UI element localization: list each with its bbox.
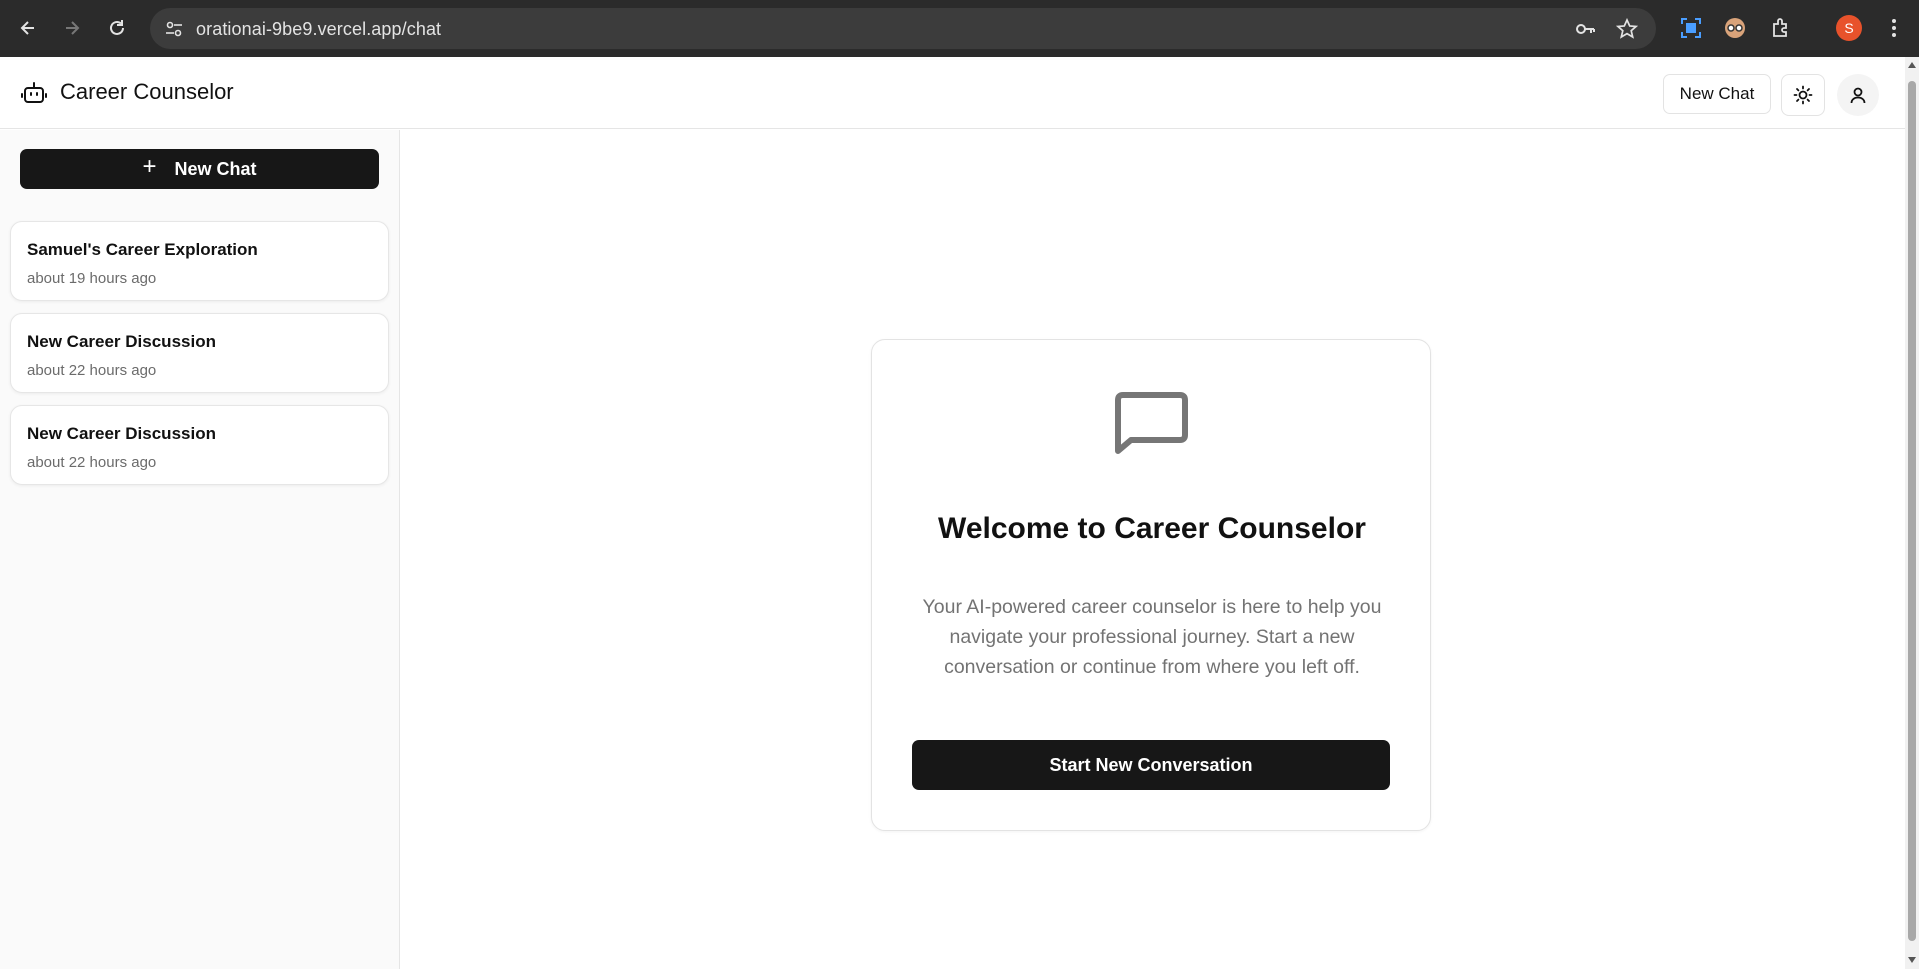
chat-timestamp: about 22 hours ago: [27, 454, 157, 471]
welcome-card: Welcome to Career Counselor Your AI-powe…: [871, 339, 1431, 831]
url-text[interactable]: orationai-9be9.vercel.app/chat: [196, 19, 441, 40]
welcome-title: Welcome to Career Counselor: [938, 512, 1366, 545]
incognito-extension-icon[interactable]: [1722, 15, 1748, 41]
welcome-description: Your AI-powered career counselor is here…: [922, 596, 1382, 678]
user-icon: [1850, 87, 1866, 104]
chat-title: New Career Discussion: [27, 332, 216, 351]
message-square-icon: [1115, 392, 1188, 454]
chat-title: New Career Discussion: [27, 424, 216, 443]
browser-toolbar: orationai-9be9.vercel.app/chat S: [0, 0, 1919, 57]
chat-title: Samuel's Career Exploration: [27, 240, 258, 259]
site-info-icon[interactable]: [164, 19, 184, 39]
profile-avatar[interactable]: S: [1836, 15, 1862, 41]
screenshot-extension-icon[interactable]: [1678, 15, 1704, 41]
page-scrollbar[interactable]: [1905, 57, 1919, 969]
profile-initial: S: [1844, 20, 1854, 36]
bookmark-star-icon[interactable]: [1616, 18, 1638, 40]
address-bar[interactable]: orationai-9be9.vercel.app/chat: [150, 8, 1656, 49]
plus-icon: +: [142, 153, 157, 180]
theme-toggle-button[interactable]: [1781, 74, 1825, 116]
password-key-icon[interactable]: [1574, 18, 1596, 40]
chat-history-item[interactable]: Samuel's Career Exploration about 19 hou…: [10, 221, 389, 301]
extensions-puzzle-icon[interactable]: [1768, 15, 1794, 41]
start-new-conversation-button[interactable]: Start New Conversation: [912, 740, 1390, 790]
chat-timestamp: about 22 hours ago: [27, 362, 157, 379]
chat-history-item[interactable]: New Career Discussion about 22 hours ago: [10, 405, 389, 485]
app-header: Career Counselor New Chat: [0, 57, 1905, 129]
bot-icon: [21, 82, 47, 103]
header-new-chat-button[interactable]: New Chat: [1663, 74, 1771, 114]
sidebar-new-chat-label: New Chat: [174, 158, 257, 179]
browser-menu-icon[interactable]: [1881, 15, 1907, 41]
user-menu-button[interactable]: [1837, 74, 1879, 116]
sidebar: + New Chat Samuel's Career Exploration a…: [0, 130, 400, 969]
chat-timestamp: about 19 hours ago: [27, 270, 157, 287]
back-icon[interactable]: [12, 12, 44, 44]
scroll-down-arrow-icon[interactable]: [1908, 957, 1916, 963]
sidebar-new-chat-button[interactable]: + New Chat: [20, 149, 379, 189]
app-title: Career Counselor: [60, 79, 234, 104]
chat-history-item[interactable]: New Career Discussion about 22 hours ago: [10, 313, 389, 393]
scroll-thumb[interactable]: [1908, 81, 1916, 941]
sun-icon: [1793, 85, 1813, 105]
reload-icon[interactable]: [101, 12, 133, 44]
forward-icon[interactable]: [56, 12, 88, 44]
scroll-up-arrow-icon[interactable]: [1908, 62, 1916, 68]
